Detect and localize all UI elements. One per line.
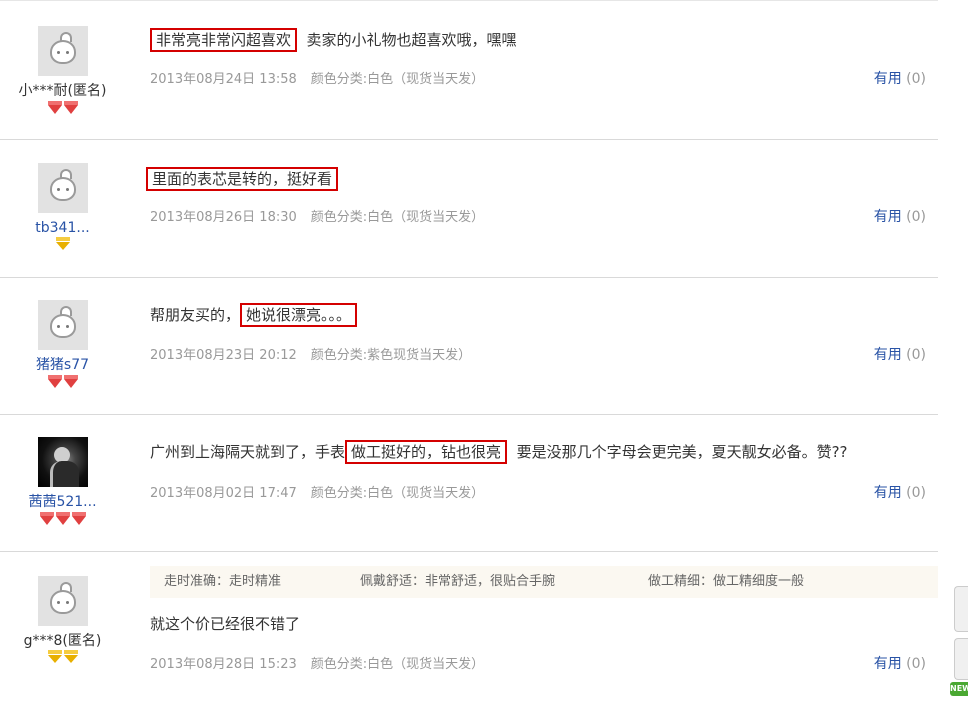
review-item: g***8(匿名) 走时准确：走时精准 佩戴舒适：非常舒适，很贴合手腕 做工精细… [0, 552, 938, 702]
reviewer-name[interactable]: 茜茜521... [0, 493, 125, 511]
reviewer: g***8(匿名) [0, 576, 125, 666]
attribute-comfort: 佩戴舒适：非常舒适，很贴合手腕 [360, 574, 556, 589]
highlighted-phrase: 她说很漂亮。。。 [240, 303, 358, 327]
useful-button[interactable]: 有用 (0) [874, 653, 926, 673]
highlighted-phrase: 非常亮非常闪超喜欢 [150, 28, 298, 52]
useful-button[interactable]: 有用 (0) [874, 344, 926, 364]
reviewer: 茜茜521... [0, 437, 125, 527]
side-toolbar-button[interactable] [954, 586, 968, 632]
credit-badge-icon [0, 101, 125, 116]
review-meta: 2013年08月28日 15:23 颜色分类:白色（现货当天发） [150, 653, 484, 672]
useful-label[interactable]: 有用 [874, 347, 902, 363]
useful-label[interactable]: 有用 [874, 209, 902, 225]
review-text: 帮朋友买的， 她说很漂亮。。。 [150, 303, 358, 327]
reviewer: 猪猪s77 [0, 300, 125, 390]
review-sku: 颜色分类:白色（现货当天发） [310, 210, 485, 225]
review-text: 广州到上海隔天就到了，手表 做工挺好的，钻也很亮 要是没那几个字母会更完美，夏天靓… [150, 440, 848, 464]
reviewer-name[interactable]: 猪猪s77 [0, 356, 125, 374]
rating-attributes: 走时准确：走时精准 佩戴舒适：非常舒适，很贴合手腕 做工精细：做工精细度一般 [150, 566, 938, 598]
avatar[interactable] [37, 163, 88, 213]
review-item: tb341... 里面的表芯是转的，挺好看 2013年08月26日 18:30 颜… [0, 140, 938, 278]
review-text-part: 帮朋友买的， [150, 306, 241, 324]
reviewer: tb341... [0, 163, 125, 253]
review-sku: 颜色分类:白色（现货当天发） [310, 657, 485, 672]
useful-count: (0) [906, 656, 926, 672]
review-text-part: 要是没那几个字母会更完美，夏天靓女必备。赞?? [507, 443, 848, 461]
review-meta: 2013年08月24日 13:58 颜色分类:白色（现货当天发） [150, 68, 484, 87]
review-meta: 2013年08月26日 18:30 颜色分类:白色（现货当天发） [150, 206, 484, 225]
review-text-part: 卖家的小礼物也超喜欢哦，嘿嘿 [297, 31, 517, 49]
review-sku: 颜色分类:白色（现货当天发） [310, 486, 485, 501]
review-sku: 颜色分类:白色（现货当天发） [310, 72, 485, 87]
useful-button[interactable]: 有用 (0) [874, 206, 926, 226]
review-sku: 颜色分类:紫色现货当天发） [310, 348, 472, 363]
useful-count: (0) [906, 71, 926, 87]
attribute-accuracy: 走时准确：走时精准 [164, 574, 282, 589]
reviewer: 小***耐(匿名) [0, 26, 125, 116]
avatar[interactable] [37, 437, 88, 487]
review-date: 2013年08月24日 13:58 [150, 72, 297, 87]
useful-label[interactable]: 有用 [874, 71, 902, 87]
review-date: 2013年08月26日 18:30 [150, 210, 297, 225]
useful-button[interactable]: 有用 (0) [874, 68, 926, 88]
review-meta: 2013年08月02日 17:47 颜色分类:白色（现货当天发） [150, 482, 484, 501]
credit-badge-icon [0, 375, 125, 390]
review-meta: 2013年08月23日 20:12 颜色分类:紫色现货当天发） [150, 344, 471, 363]
useful-count: (0) [906, 209, 926, 225]
review-item: 猪猪s77 帮朋友买的， 她说很漂亮。。。 2013年08月23日 20:12 颜色… [0, 278, 938, 415]
highlighted-phrase: 里面的表芯是转的，挺好看 [146, 167, 339, 191]
review-date: 2013年08月02日 17:47 [150, 486, 297, 501]
attribute-workmanship: 做工精细：做工精细度一般 [648, 574, 805, 589]
review-text: 就这个价已经很不错了 [150, 613, 300, 635]
avatar[interactable] [37, 300, 88, 350]
review-item: 小***耐(匿名) 非常亮非常闪超喜欢 卖家的小礼物也超喜欢哦，嘿嘿 2013年… [0, 0, 938, 140]
side-toolbar-button[interactable] [954, 638, 968, 680]
new-badge: NEW [950, 682, 968, 696]
review-text-part: 广州到上海隔天就到了，手表 [150, 443, 346, 461]
avatar[interactable] [37, 576, 88, 626]
credit-badge-icon [0, 512, 125, 527]
useful-label[interactable]: 有用 [874, 485, 902, 501]
reviewer-name[interactable]: tb341... [0, 219, 125, 237]
review-date: 2013年08月28日 15:23 [150, 657, 297, 672]
useful-count: (0) [906, 347, 926, 363]
review-date: 2013年08月23日 20:12 [150, 348, 297, 363]
review-item: 茜茜521... 广州到上海隔天就到了，手表 做工挺好的，钻也很亮 要是没那几个字… [0, 415, 938, 552]
review-text: 里面的表芯是转的，挺好看 [146, 167, 339, 191]
highlighted-phrase: 做工挺好的，钻也很亮 [345, 440, 508, 464]
review-text: 非常亮非常闪超喜欢 卖家的小礼物也超喜欢哦，嘿嘿 [150, 28, 517, 52]
useful-button[interactable]: 有用 (0) [874, 482, 926, 502]
reviewer-name: g***8(匿名) [23, 633, 102, 649]
useful-label[interactable]: 有用 [874, 656, 902, 672]
reviewer-name: 小***耐(匿名) [18, 83, 107, 99]
review-text-part: 就这个价已经很不错了 [150, 615, 301, 633]
credit-badge-icon [0, 650, 125, 666]
credit-badge-icon [0, 237, 125, 253]
useful-count: (0) [906, 485, 926, 501]
avatar[interactable] [37, 26, 88, 76]
